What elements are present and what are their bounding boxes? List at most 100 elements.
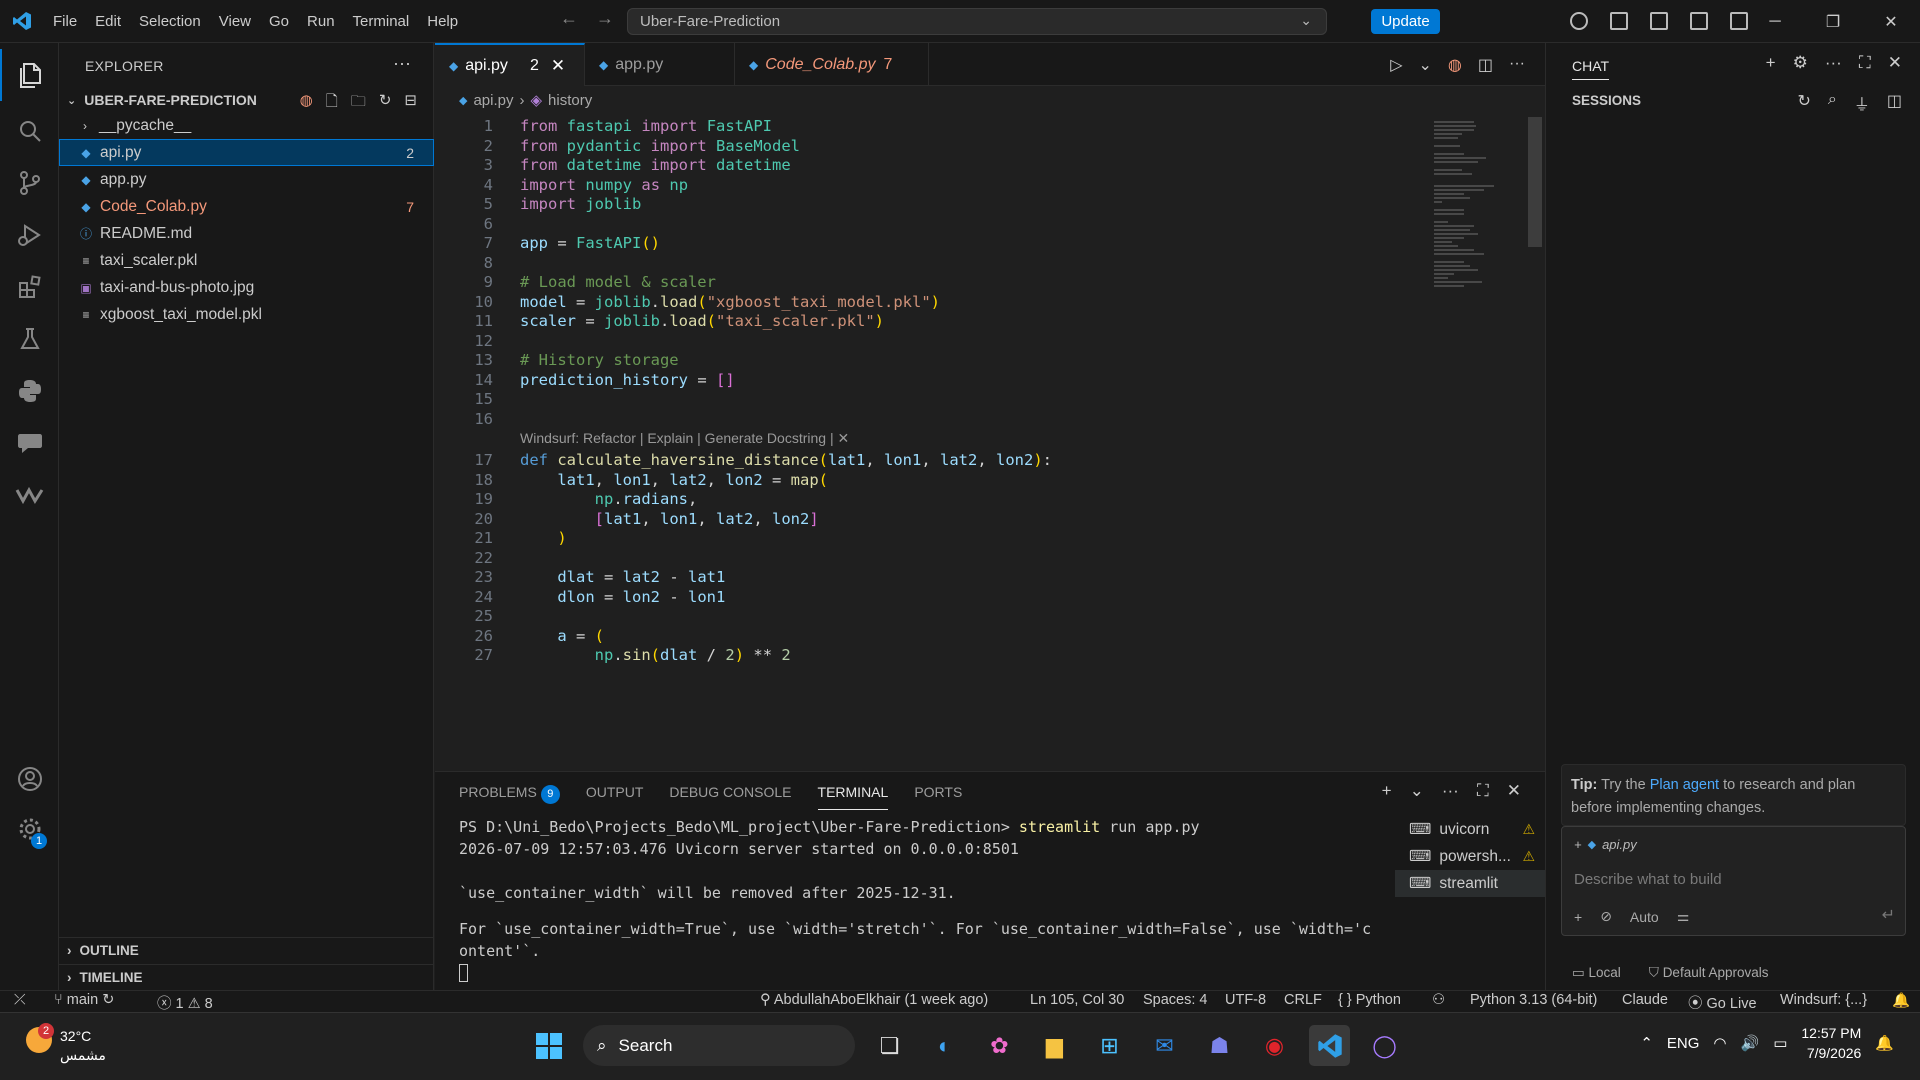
- breadcrumb-symbol[interactable]: history: [548, 92, 592, 109]
- outlook-icon[interactable]: ✉: [1144, 1025, 1185, 1066]
- input-language[interactable]: ENG: [1667, 1035, 1700, 1052]
- task-view-icon[interactable]: ❏: [869, 1025, 910, 1066]
- windsurf-icon[interactable]: [0, 469, 59, 521]
- ms-store-icon[interactable]: ⊞: [1089, 1025, 1130, 1066]
- close-icon[interactable]: ✕: [551, 56, 565, 76]
- chat-title[interactable]: CHAT: [1572, 58, 1610, 80]
- terminal-powershell[interactable]: ⌨ powersh... ⚠: [1395, 843, 1545, 870]
- menu-terminal[interactable]: Terminal: [344, 0, 419, 43]
- command-center-search[interactable]: Uber-Fare-Prediction ⌄: [627, 8, 1327, 35]
- search-icon[interactable]: ⌕: [1828, 91, 1837, 115]
- line-ending[interactable]: CRLF: [1284, 992, 1322, 1008]
- file-item-photo[interactable]: ▣ taxi-and-bus-photo.jpg: [59, 274, 434, 301]
- approvals-button[interactable]: ⛉ Default Approvals: [1649, 965, 1769, 981]
- tab-problems[interactable]: PROBLEMS 9: [459, 784, 560, 810]
- filter-icon[interactable]: ⏚: [1854, 91, 1870, 115]
- sidebar-toggle-icon[interactable]: ◫: [1887, 91, 1902, 115]
- edge-browser-icon[interactable]: ◐: [924, 1025, 965, 1066]
- more-actions-icon[interactable]: ···: [1825, 53, 1842, 73]
- testing-icon[interactable]: [0, 313, 59, 365]
- local-button[interactable]: ▭ Local: [1572, 965, 1621, 981]
- source-control-icon[interactable]: [0, 157, 59, 209]
- minimap[interactable]: [1430, 119, 1530, 339]
- copilot-status-icon[interactable]: ⚇: [1432, 992, 1445, 1008]
- accounts-icon[interactable]: [0, 753, 59, 805]
- file-item-xgboost-model[interactable]: ≡ xgboost_taxi_model.pkl: [59, 301, 434, 328]
- menu-help[interactable]: Help: [418, 0, 467, 43]
- run-file-icon[interactable]: ▷: [1390, 55, 1402, 75]
- indentation[interactable]: Spaces: 4: [1143, 992, 1208, 1008]
- maximize-panel-icon[interactable]: ⛶: [1477, 781, 1489, 801]
- chevron-down-icon[interactable]: ⌄: [1419, 55, 1432, 75]
- add-context-icon[interactable]: +: [1574, 837, 1582, 852]
- windsurf-status[interactable]: Windsurf: {...}: [1780, 992, 1867, 1008]
- file-item-taxi-scaler[interactable]: ≡ taxi_scaler.pkl: [59, 247, 434, 274]
- file-explorer-icon[interactable]: ▆: [1034, 1025, 1075, 1066]
- more-actions-icon[interactable]: ···: [1509, 55, 1525, 75]
- volume-icon[interactable]: 🔊: [1741, 1034, 1760, 1052]
- context-chip[interactable]: + ◆ api.py: [1574, 837, 1637, 852]
- timeline-section[interactable]: › TIMELINE: [59, 964, 434, 990]
- claude-status[interactable]: Claude: [1622, 992, 1668, 1008]
- notification-icon[interactable]: 🔔: [1875, 1034, 1894, 1052]
- manage-gear-icon[interactable]: 1: [0, 803, 59, 855]
- minimize-icon[interactable]: ─: [1746, 0, 1804, 43]
- tab-code-colab-py[interactable]: ◆ Code_Colab.py 7: [735, 43, 929, 86]
- file-item-pycache[interactable]: › __pycache__: [59, 112, 434, 139]
- more-actions-icon[interactable]: ···: [393, 53, 411, 74]
- tab-debug-console[interactable]: DEBUG CONSOLE: [669, 784, 791, 810]
- tab-terminal[interactable]: TERMINAL: [817, 784, 889, 810]
- clock[interactable]: 12:57 PM 7/9/2026: [1801, 1023, 1861, 1063]
- configure-icon[interactable]: ⚌: [1677, 908, 1690, 925]
- branch-indicator[interactable]: ⑂ main ↻: [54, 992, 114, 1008]
- split-editor-icon[interactable]: ◫: [1478, 55, 1493, 75]
- python-interpreter[interactable]: Python 3.13 (64-bit): [1470, 992, 1597, 1008]
- toggle-primary-sidebar-icon[interactable]: [1650, 12, 1668, 30]
- new-terminal-icon[interactable]: +: [1382, 781, 1392, 801]
- tab-ports[interactable]: PORTS: [914, 784, 962, 810]
- terminal-streamlit[interactable]: ⌨ streamlit: [1395, 870, 1545, 897]
- tab-output[interactable]: OUTPUT: [586, 784, 644, 810]
- cursor-position[interactable]: Ln 105, Col 30: [1030, 992, 1124, 1008]
- menu-selection[interactable]: Selection: [130, 0, 210, 43]
- back-arrow-icon[interactable]: ←: [560, 8, 578, 29]
- menu-view[interactable]: View: [210, 0, 260, 43]
- notifications-bell-icon[interactable]: 🔔: [1892, 992, 1910, 1009]
- update-button[interactable]: Update: [1371, 9, 1440, 34]
- maximize-icon[interactable]: ⛶: [1859, 53, 1871, 73]
- breadcrumb-file[interactable]: api.py: [473, 92, 513, 109]
- outline-section[interactable]: › OUTLINE: [59, 937, 434, 963]
- battery-icon[interactable]: ▭: [1773, 1034, 1787, 1052]
- chat-bubble-icon[interactable]: [0, 417, 59, 469]
- taskbar-search[interactable]: ⌕ Search: [583, 1025, 855, 1066]
- windows-start-icon[interactable]: [528, 1025, 569, 1066]
- language-mode[interactable]: { } Python: [1338, 992, 1401, 1008]
- editor-scrollbar[interactable]: [1528, 117, 1542, 247]
- chat-toggle-icon[interactable]: ⌄: [1300, 12, 1312, 29]
- plan-agent-link[interactable]: Plan agent: [1650, 777, 1719, 793]
- search-icon[interactable]: [0, 105, 59, 157]
- encoding[interactable]: UTF-8: [1225, 992, 1266, 1008]
- code-editor[interactable]: 1 from fastapi import FastAPI 2 from pydant…: [435, 114, 1435, 764]
- settings-gear-icon[interactable]: ⚙: [1793, 53, 1808, 73]
- chat-input[interactable]: Describe what to build: [1574, 871, 1722, 888]
- tray-overflow-icon[interactable]: ⌃: [1640, 1034, 1653, 1052]
- file-item-readme[interactable]: ⓘ README.md: [59, 220, 434, 247]
- extensions-icon[interactable]: [0, 261, 59, 313]
- more-actions-icon[interactable]: ···: [1442, 781, 1459, 801]
- problems-indicator[interactable]: ⓧ 1 ⚠ 8: [157, 992, 213, 1013]
- chevron-down-icon[interactable]: ⌄: [1410, 781, 1424, 801]
- windsurf-codelens[interactable]: Windsurf: Refactor | Explain | Generate …: [520, 426, 849, 450]
- explorer-icon[interactable]: [0, 49, 59, 101]
- copilot-app-icon[interactable]: ✿: [979, 1025, 1020, 1066]
- file-item-code-colab-py[interactable]: ◆ Code_Colab.py 7: [59, 193, 434, 220]
- menu-edit[interactable]: Edit: [86, 0, 130, 43]
- remote-icon[interactable]: ⤫: [14, 992, 26, 1008]
- menu-file[interactable]: File: [44, 0, 86, 43]
- add-icon[interactable]: +: [1574, 909, 1582, 925]
- toggle-panel-icon[interactable]: [1690, 12, 1708, 30]
- new-chat-icon[interactable]: +: [1766, 53, 1776, 73]
- wifi-icon[interactable]: ◠: [1713, 1034, 1726, 1052]
- file-item-app-py[interactable]: ◆ app.py: [59, 166, 434, 193]
- copilot-icon[interactable]: [1570, 12, 1588, 30]
